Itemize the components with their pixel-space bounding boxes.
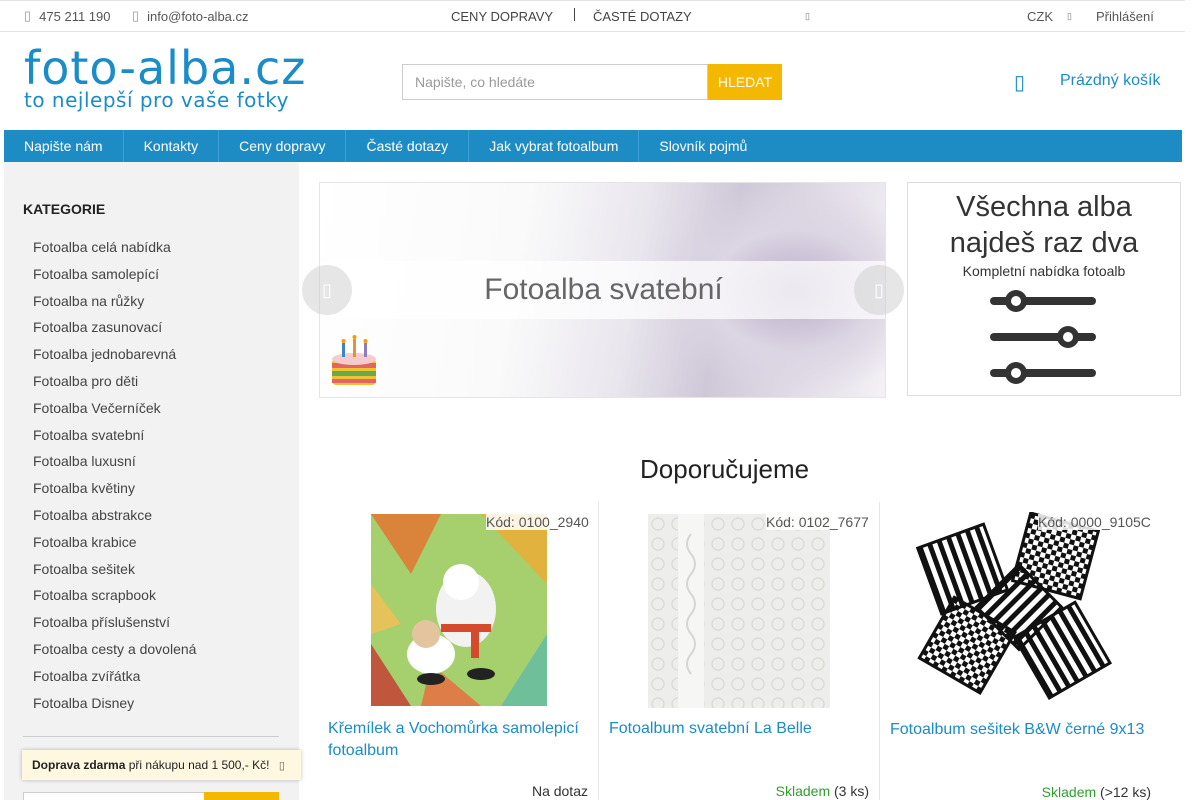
category-item[interactable]: Fotoalba abstrakce	[33, 506, 196, 533]
currency-selector[interactable]: CZK ▯	[1027, 9, 1072, 24]
logo-main: foto-alba.cz	[24, 41, 307, 95]
search-bar: HLEDAT	[402, 64, 782, 100]
stock-label: Skladem	[1041, 784, 1097, 800]
carousel-prev-button[interactable]: ▯	[302, 265, 352, 315]
product-name[interactable]: Fotoalbum svatební La Belle	[609, 718, 871, 740]
product-code: Kód: 0100_2940	[486, 514, 589, 530]
cake-icon	[332, 335, 376, 385]
main-nav: Napište nám Kontakty Ceny dopravy Časté …	[4, 130, 1182, 162]
stock-quantity: (>12 ks)	[1100, 784, 1151, 800]
stock-quantity: (3 ks)	[834, 783, 869, 799]
category-item[interactable]: Fotoalba cesty a dovolená	[33, 640, 196, 667]
cart[interactable]: ▯ Prázdný košík	[1014, 70, 1160, 95]
side-banner-line2: najdeš raz dva	[949, 227, 1139, 259]
newsletter-button[interactable]	[204, 792, 279, 800]
email-icon: ▯	[132, 8, 140, 23]
currency-label: CZK	[1027, 9, 1053, 24]
phone-contact[interactable]: ▯ 475 211 190	[24, 8, 111, 24]
product-card[interactable]: Kód: 0102_7677 Fotoalbum svatební La Bel…	[600, 502, 879, 800]
product-image[interactable]	[648, 514, 830, 708]
login-link[interactable]: Přihlášení	[1096, 9, 1154, 24]
product-divider	[879, 502, 880, 800]
dropdown-icon[interactable]: ▯	[805, 11, 810, 22]
categories-heading: KATEGORIE	[23, 201, 106, 217]
category-item[interactable]: Fotoalba květiny	[33, 479, 196, 506]
category-item[interactable]: Fotoalba pro děti	[33, 372, 196, 399]
nav-item-faq[interactable]: Časté dotazy	[346, 130, 470, 162]
banner-title: Fotoalba svatební	[484, 273, 723, 306]
category-item[interactable]: Fotoalba Večerníček	[33, 399, 196, 426]
all-albums-banner[interactable]: Všechna alba najdeš raz dva Kompletní na…	[907, 182, 1181, 396]
side-banner-line3: Kompletní nabídka fotoalb	[962, 263, 1126, 279]
top-link-faq[interactable]: ČASTÉ DOTAZY	[593, 9, 692, 24]
hero-banner[interactable]: Fotoalba svatební	[319, 182, 886, 398]
cart-label[interactable]: Prázdný košík	[1060, 72, 1160, 90]
nav-item-glossary[interactable]: Slovník pojmů	[639, 130, 767, 162]
product-image[interactable]	[909, 512, 1135, 710]
search-input[interactable]	[402, 64, 708, 100]
category-item[interactable]: Fotoalba sešitek	[33, 560, 196, 587]
carousel-next-button[interactable]: ▯	[854, 265, 904, 315]
top-link-shipping[interactable]: CENY DOPRAVY	[451, 9, 553, 24]
sliders-icon	[990, 290, 1096, 384]
phone-number[interactable]: 475 211 190	[39, 9, 110, 24]
category-item[interactable]: Fotoalba svatební	[33, 426, 196, 453]
search-button[interactable]: HLEDAT	[708, 64, 782, 100]
nav-item-shipping[interactable]: Ceny dopravy	[219, 130, 347, 162]
top-bar: ▯ 475 211 190 ▯ info@foto-alba.cz CENY D…	[0, 0, 1185, 32]
category-item[interactable]: Fotoalba scrapbook	[33, 586, 196, 613]
nav-item-write-us[interactable]: Napište nám	[4, 130, 124, 162]
product-code: Kód: 0000_9105C	[1038, 514, 1151, 530]
top-link-separator	[574, 8, 575, 21]
product-card[interactable]: Kód: 0000_9105C Fotoalbum sešitek B&W če…	[881, 502, 1161, 800]
product-name[interactable]: Křemílek a Vochomůrka samolepicí fotoalb…	[328, 718, 590, 762]
sidebar-divider	[23, 736, 279, 737]
category-item[interactable]: Fotoalba samolepící	[33, 265, 196, 292]
email-address[interactable]: info@foto-alba.cz	[147, 9, 248, 24]
chevron-down-icon: ▯	[1067, 11, 1072, 21]
category-item[interactable]: Fotoalba na růžky	[33, 292, 196, 319]
shipping-notice-bold: Doprava zdarma	[32, 758, 126, 772]
category-item[interactable]: Fotoalba celá nabídka	[33, 238, 196, 265]
stock-status: Skladem (3 ks)	[776, 783, 869, 799]
product-image[interactable]	[371, 514, 547, 706]
phone-icon: ▯	[24, 8, 32, 23]
category-item[interactable]: Fotoalba jednobarevná	[33, 345, 196, 372]
category-item[interactable]: Fotoalba Disney	[33, 694, 196, 721]
category-item[interactable]: Fotoalba luxusní	[33, 452, 196, 479]
nav-item-how-to-choose[interactable]: Jak vybrat fotoalbum	[469, 130, 640, 162]
category-item[interactable]: Fotoalba zvířátka	[33, 667, 196, 694]
category-item[interactable]: Fotoalba zasunovací	[33, 318, 196, 345]
product-code: Kód: 0102_7677	[766, 514, 869, 530]
side-banner-line1: Všechna alba	[956, 191, 1132, 223]
email-contact[interactable]: ▯ info@foto-alba.cz	[132, 8, 249, 24]
stock-status: Skladem (>12 ks)	[1042, 784, 1151, 800]
stock-status: Na dotaz	[532, 783, 588, 799]
stock-label: Skladem	[775, 783, 831, 799]
logo-tagline: to nejlepší pro vaše fotky	[24, 88, 289, 112]
shipping-notice-text: při nákupu nad 1 500,- Kč!	[128, 758, 270, 772]
category-list: Fotoalba celá nabídka Fotoalba samolepíc…	[33, 238, 196, 720]
category-item[interactable]: Fotoalba příslušenství	[33, 613, 196, 640]
cart-icon: ▯	[1014, 72, 1026, 94]
recommended-heading: Doporučujeme	[640, 454, 810, 484]
category-item[interactable]: Fotoalba krabice	[33, 533, 196, 560]
product-divider	[598, 502, 599, 800]
site-logo[interactable]: foto-alba.cz to nejlepší pro vaše fotky	[24, 41, 307, 112]
sidebar: KATEGORIE Fotoalba celá nabídka Fotoalba…	[4, 162, 299, 800]
product-name[interactable]: Fotoalbum sešitek B&W černé 9x13	[890, 719, 1152, 741]
newsletter-input[interactable]	[23, 792, 205, 800]
product-card[interactable]: Kód: 0100_2940 Křemílek a Vochomůrka sam…	[319, 502, 598, 800]
nav-item-contacts[interactable]: Kontakty	[124, 130, 220, 162]
free-shipping-notice: Doprava zdarma při nákupu nad 1 500,- Kč…	[22, 750, 301, 780]
close-icon[interactable]: ▯	[279, 760, 285, 772]
stock-label: Na dotaz	[531, 783, 588, 799]
